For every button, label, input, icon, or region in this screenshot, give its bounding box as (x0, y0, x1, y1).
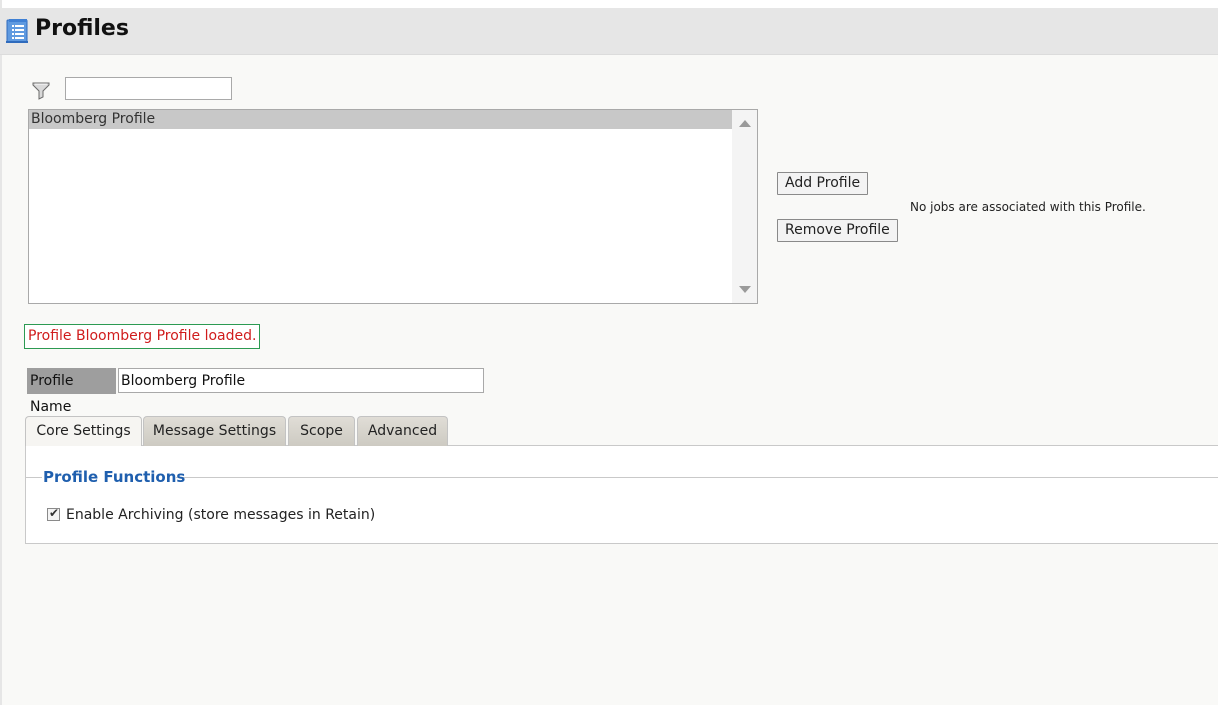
tab-advanced[interactable]: Advanced (357, 416, 448, 446)
tab-message-settings[interactable]: Message Settings (143, 416, 286, 446)
remove-profile-button[interactable]: Remove Profile (777, 219, 898, 242)
listbox-scrollbar[interactable] (732, 110, 757, 303)
fieldset-border-right (176, 477, 1218, 478)
list-document-icon (6, 18, 30, 44)
tab-scope[interactable]: Scope (288, 416, 355, 446)
profile-name-input[interactable] (118, 368, 484, 393)
tab-core-settings[interactable]: Core Settings (25, 416, 142, 447)
jobs-note: No jobs are associated with this Profile… (910, 200, 1146, 214)
fieldset-border-left (26, 477, 42, 478)
profile-listbox[interactable]: Bloomberg Profile (28, 109, 758, 304)
profile-name-label: Profile Name (27, 368, 116, 415)
profile-functions-legend: Profile Functions (43, 468, 186, 486)
checkmark-icon: ✔ (49, 506, 60, 520)
page-header: Profiles (0, 8, 1218, 55)
scroll-up-arrow-icon[interactable] (739, 120, 751, 127)
page-title: Profiles (35, 16, 129, 41)
enable-archiving-checkbox[interactable]: ✔ (47, 506, 60, 521)
add-profile-button[interactable]: Add Profile (777, 172, 869, 195)
filter-input[interactable] (65, 77, 232, 100)
enable-archiving-label[interactable]: Enable Archiving (store messages in Reta… (66, 507, 375, 523)
scroll-down-arrow-icon[interactable] (739, 286, 751, 293)
funnel-filter-icon (31, 80, 51, 100)
list-item[interactable]: Bloomberg Profile (29, 110, 732, 129)
left-edge (0, 0, 2, 705)
core-settings-panel: Profile Functions ✔ Enable Archiving (st… (25, 446, 1218, 544)
status-message: Profile Bloomberg Profile loaded. (24, 324, 261, 349)
top-strip (0, 0, 1218, 8)
